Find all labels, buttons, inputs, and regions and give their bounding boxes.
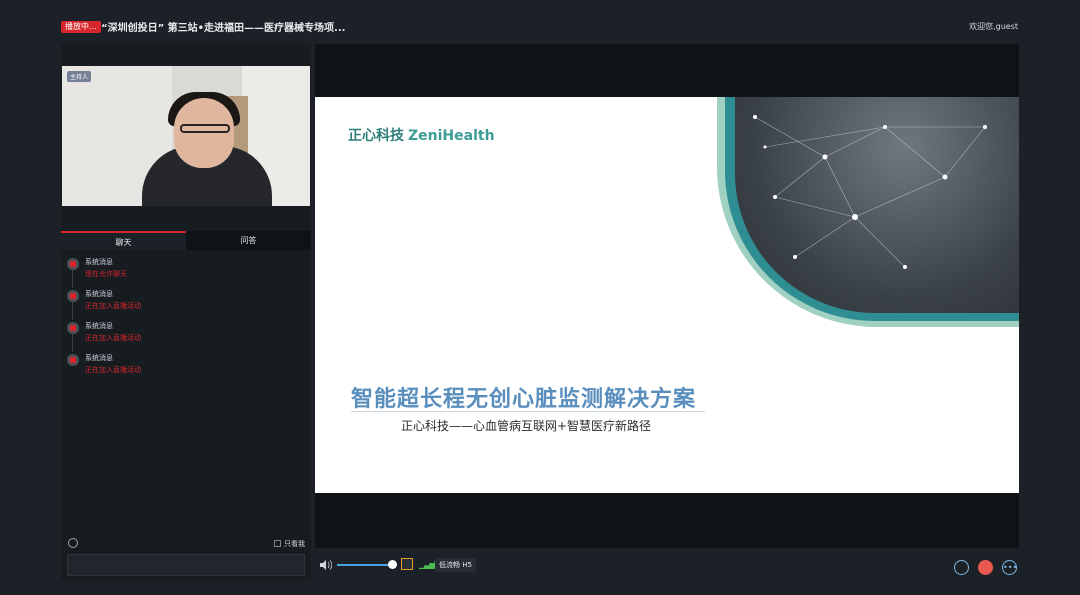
top-bar: 播放中... “深圳创投日” 第三站•走进福田——医疗器械专场项... 欢迎您,… — [0, 0, 1080, 44]
chat-input[interactable] — [67, 554, 305, 576]
chat-tabs: 聊天 问答 — [61, 231, 311, 250]
system-message-icon — [67, 354, 79, 366]
emoji-icon[interactable] — [68, 538, 78, 548]
right-control-icons: ••• — [950, 557, 1017, 576]
timeline-line — [72, 334, 73, 352]
slide-brand: 正心科技 ZeniHealth — [348, 125, 495, 145]
system-message-icon — [67, 322, 79, 334]
chat-input-area: 只看我 — [61, 534, 311, 580]
volume-slider[interactable] — [337, 564, 393, 566]
brand-en: ZeniHealth — [408, 128, 495, 144]
list-item: 系统消息 正在加入直播活动 — [61, 320, 311, 352]
hand-icon[interactable] — [953, 560, 969, 575]
message-text: 正在加入直播活动 — [85, 334, 141, 342]
list-item: 系统消息 现在允许聊天 — [61, 256, 311, 288]
list-item: 系统消息 正在加入直播活动 — [61, 288, 311, 320]
presenter-face — [174, 98, 234, 168]
only-me-label: 只看我 — [284, 540, 305, 548]
timeline-line — [72, 302, 73, 320]
left-panel: 主持人 聊天 问答 系统消息 现在允许聊天 系统消息 正在加入直播活动 系统消息… — [61, 44, 311, 580]
player-controls: ▁▃▅▇ 低流畅 H5 ••• — [315, 552, 1019, 580]
slide-divider — [351, 411, 705, 412]
message-text: 现在允许聊天 — [85, 270, 127, 278]
slide-title: 智能超长程无创心脏监测解决方案 — [351, 387, 697, 412]
page-title: “深圳创投日” 第三站•走进福田——医疗器械专场项... — [101, 23, 346, 34]
list-item: 系统消息 正在加入直播活动 — [61, 352, 311, 384]
system-message-icon — [67, 290, 79, 302]
checkbox-icon[interactable] — [274, 540, 281, 547]
like-icon[interactable] — [977, 560, 993, 575]
tab-chat[interactable]: 聊天 — [61, 231, 186, 250]
message-text: 正在加入直播活动 — [85, 302, 141, 310]
message-sender: 系统消息 — [85, 322, 113, 330]
presentation-slide: 正心科技 ZeniHealth 智能超长程无创心脏监测解决方案 正心科技——心血… — [315, 97, 1019, 493]
message-sender: 系统消息 — [85, 290, 113, 298]
presentation-stage: 正心科技 ZeniHealth 智能超长程无创心脏监测解决方案 正心科技——心血… — [315, 44, 1019, 548]
welcome-user-text: 欢迎您,guest — [969, 22, 1018, 31]
chat-message-list: 系统消息 现在允许聊天 系统消息 正在加入直播活动 系统消息 正在加入直播活动 … — [61, 256, 311, 384]
tab-qa[interactable]: 问答 — [186, 231, 311, 250]
system-message-icon — [67, 258, 79, 270]
only-me-checkbox[interactable]: 只看我 — [274, 539, 305, 549]
timeline-line — [72, 270, 73, 288]
brand-cn: 正心科技 — [348, 128, 404, 144]
quality-selector[interactable]: 低流畅 H5 — [435, 558, 476, 572]
presenter-glasses — [180, 124, 230, 133]
presenter-tag: 主持人 — [67, 71, 92, 82]
message-sender: 系统消息 — [85, 258, 113, 266]
slide-globe-image — [717, 97, 1019, 327]
volume-icon[interactable] — [320, 560, 332, 570]
slide-subtitle: 正心科技——心血管病互联网+智慧医疗新路径 — [401, 419, 652, 433]
more-icon[interactable]: ••• — [1002, 560, 1017, 575]
fullscreen-icon[interactable] — [401, 558, 413, 570]
network-lines — [753, 115, 987, 269]
live-status-badge: 播放中... — [61, 21, 101, 33]
network-globe-image — [735, 97, 1019, 313]
presenter-video: 主持人 — [62, 66, 310, 206]
message-sender: 系统消息 — [85, 354, 113, 362]
message-text: 正在加入直播活动 — [85, 366, 141, 374]
volume-slider-handle[interactable] — [388, 560, 398, 569]
